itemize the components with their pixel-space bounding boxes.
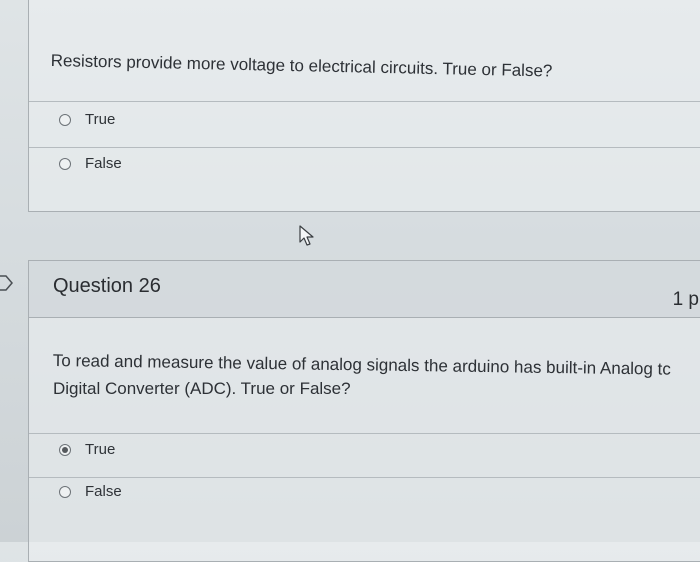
answer-option-true[interactable]: True — [59, 441, 115, 458]
answer-label: False — [85, 155, 122, 172]
answer-option-false[interactable]: False — [59, 155, 122, 172]
answer-label: True — [85, 441, 116, 458]
question-header: Question 26 1 p — [29, 261, 700, 318]
divider — [29, 147, 700, 148]
previous-question-card: Resistors provide more voltage to electr… — [28, 0, 700, 212]
answer-label: False — [85, 483, 122, 500]
divider — [29, 101, 700, 102]
question-points: 1 p — [672, 289, 699, 310]
mouse-pointer-icon — [299, 225, 314, 246]
question-text: Resistors provide more voltage to electr… — [50, 50, 553, 81]
radio-button[interactable] — [59, 113, 71, 126]
answer-option-true[interactable]: True — [59, 111, 115, 128]
radio-button[interactable] — [59, 157, 71, 170]
question-title: Question 26 — [53, 275, 161, 297]
answer-option-false[interactable]: False — [59, 483, 122, 500]
divider — [29, 477, 700, 478]
question-flag-icon[interactable] — [0, 274, 14, 292]
radio-button-selected[interactable] — [59, 443, 71, 456]
question-text-line-2: Digital Converter (ADC). True or False? — [53, 379, 351, 398]
question-26-card: Question 26 1 p To read and measure the … — [28, 260, 700, 562]
divider — [29, 433, 700, 434]
radio-button[interactable] — [59, 485, 71, 498]
answer-label: True — [85, 111, 116, 128]
